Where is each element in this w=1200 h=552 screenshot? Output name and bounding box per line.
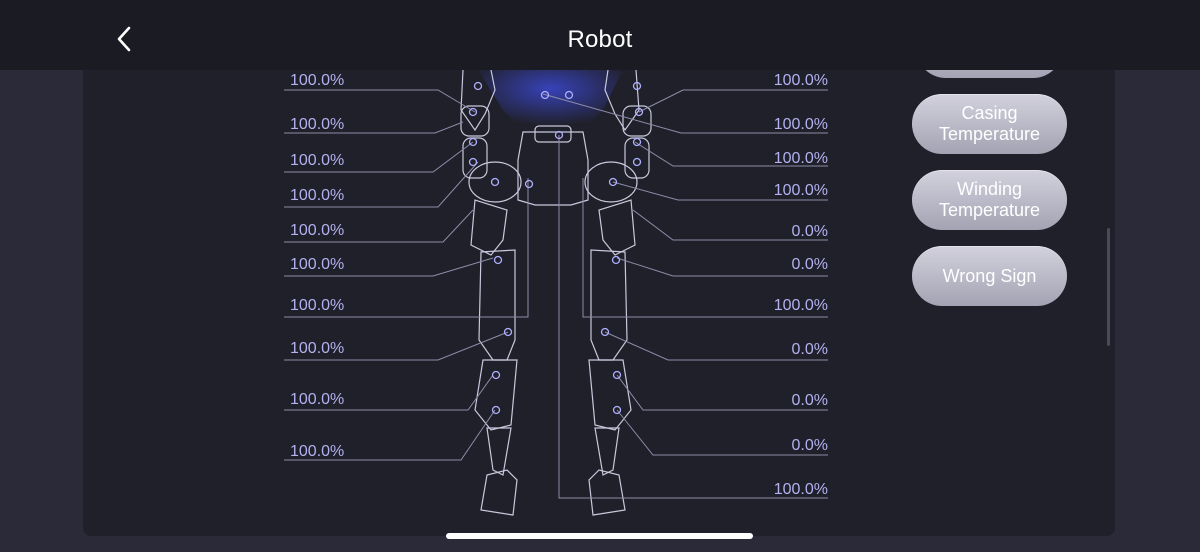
left-percent-7: 100.0% (290, 297, 345, 314)
right-percent-2: 100.0% (773, 116, 828, 133)
right-percent-11: 100.0% (773, 481, 828, 498)
right-percent-5: 0.0% (791, 223, 828, 240)
top-bar: Robot (0, 0, 1200, 70)
right-percent-6: 0.0% (791, 256, 828, 273)
wrong-sign-button[interactable]: Wrong Sign (912, 246, 1067, 306)
left-percent-1: 100.0% (290, 72, 345, 89)
left-percent-6: 100.0% (290, 256, 345, 273)
right-percent-4: 100.0% (773, 182, 828, 199)
left-percent-2: 100.0% (290, 116, 345, 133)
scrollbar[interactable] (1107, 228, 1110, 346)
left-percent-10: 100.0% (290, 443, 345, 460)
right-percent-3: 100.0% (773, 150, 828, 167)
page-title: Robot (567, 26, 633, 53)
torso-glow (478, 70, 623, 132)
right-percent-8: 0.0% (791, 341, 828, 358)
home-indicator[interactable] (446, 533, 753, 539)
casing-temperature-button[interactable]: Casing Temperature (912, 94, 1067, 154)
winding-temperature-button[interactable]: Winding Temperature (912, 170, 1067, 230)
joint-markers (468, 81, 644, 415)
left-percent-8: 100.0% (290, 340, 345, 357)
robot-status-panel: 100.0% 100.0% 100.0% 100.0% 100.0% 100.0… (83, 70, 1115, 536)
right-percent-1: 100.0% (773, 72, 828, 89)
right-percent-7: 100.0% (773, 297, 828, 314)
filter-button-partial[interactable] (916, 70, 1063, 78)
left-percent-5: 100.0% (290, 222, 345, 239)
left-percent-9: 100.0% (290, 391, 345, 408)
right-percent-9: 0.0% (791, 392, 828, 409)
left-percent-3: 100.0% (290, 152, 345, 169)
right-percent-10: 0.0% (791, 437, 828, 454)
left-percent-4: 100.0% (290, 187, 345, 204)
